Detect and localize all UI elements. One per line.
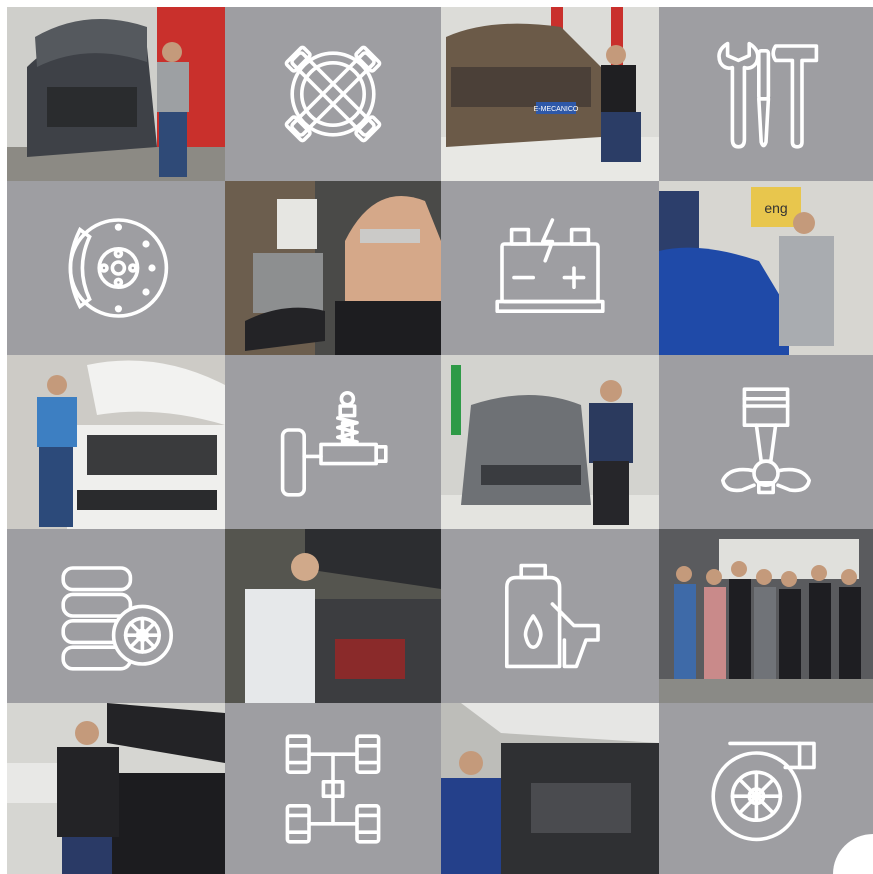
photo-mechanic-engine-bay bbox=[441, 703, 659, 874]
photo-mechanic-blue-renault: eng bbox=[659, 181, 873, 355]
photo-workshop-team bbox=[659, 529, 873, 703]
brake-disc-icon bbox=[68, 218, 169, 318]
icon-tile-tires bbox=[7, 529, 225, 703]
icon-tile-turbo bbox=[659, 703, 873, 874]
cross-tools-wheel-icon bbox=[284, 45, 382, 143]
icon-tile-axle bbox=[225, 703, 441, 874]
icon-tile-piston bbox=[659, 355, 873, 529]
icon-tile-oil bbox=[441, 529, 659, 703]
photo-mechanic-hatchback-open-hood bbox=[7, 7, 225, 181]
photo-mechanic-brake-caliper bbox=[225, 181, 441, 355]
shock-absorber-icon bbox=[280, 391, 388, 497]
photo-mechanic-engine-work bbox=[225, 529, 441, 703]
car-battery-icon bbox=[495, 218, 605, 313]
tires-icon bbox=[61, 566, 173, 671]
rounded-corner bbox=[833, 834, 873, 874]
icon-tile-shock-absorber bbox=[225, 355, 441, 529]
photo-mechanic-renault-duster: E-MECANICO bbox=[441, 7, 659, 181]
tile-grid: E-MECANICO eng bbox=[7, 7, 873, 874]
oil-can-icon bbox=[505, 563, 600, 669]
axle-chassis-icon bbox=[285, 733, 381, 844]
photo-mechanic-fiat-open-hood bbox=[7, 355, 225, 529]
photo-badge: E-MECANICO bbox=[534, 106, 579, 113]
turbocharger-icon bbox=[711, 741, 816, 841]
icon-tile-brake-disc bbox=[7, 181, 225, 355]
photo-mechanic-gray-vw bbox=[441, 355, 659, 529]
shop-sign-text: eng bbox=[764, 200, 787, 216]
icon-tile-cross-tools bbox=[225, 7, 441, 181]
wrench-screwdriver-hammer-icon bbox=[717, 41, 819, 149]
icon-tile-tools bbox=[659, 7, 873, 181]
piston-icon bbox=[721, 387, 811, 495]
icon-tile-battery bbox=[441, 181, 659, 355]
photo-mechanic-dark-pickup bbox=[7, 703, 225, 874]
